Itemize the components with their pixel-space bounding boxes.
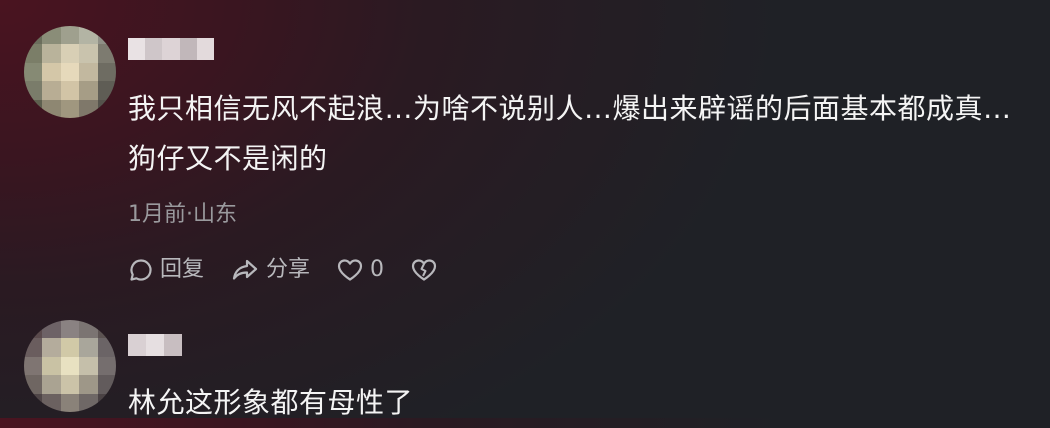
username[interactable] [128, 38, 215, 60]
share-arrow-icon [232, 259, 258, 280]
avatar[interactable] [24, 26, 116, 118]
like-count: 0 [370, 257, 385, 282]
comment-text: 林允这形象都有母性了 [128, 386, 414, 419]
like-button[interactable]: 0 [336, 256, 384, 284]
heart-icon [337, 259, 363, 281]
comment-bubble-icon [130, 259, 152, 281]
share-button[interactable]: 分享 [230, 256, 310, 284]
reply-button[interactable]: 回复 [128, 256, 204, 284]
share-label: 分享 [266, 257, 311, 282]
username[interactable] [128, 334, 182, 356]
broken-heart-icon [411, 259, 437, 281]
comment-actions: 回复 分享 0 [128, 256, 470, 284]
avatar[interactable] [24, 320, 116, 412]
dislike-button[interactable] [410, 257, 444, 283]
comment-text: 我只相信无风不起浪…为啥不说别人…爆出来辟谣的后面基本都成真…狗仔又不是闲的 [128, 92, 1012, 175]
comment-meta: 1月前·山东 [128, 202, 237, 227]
reply-label: 回复 [160, 257, 205, 282]
